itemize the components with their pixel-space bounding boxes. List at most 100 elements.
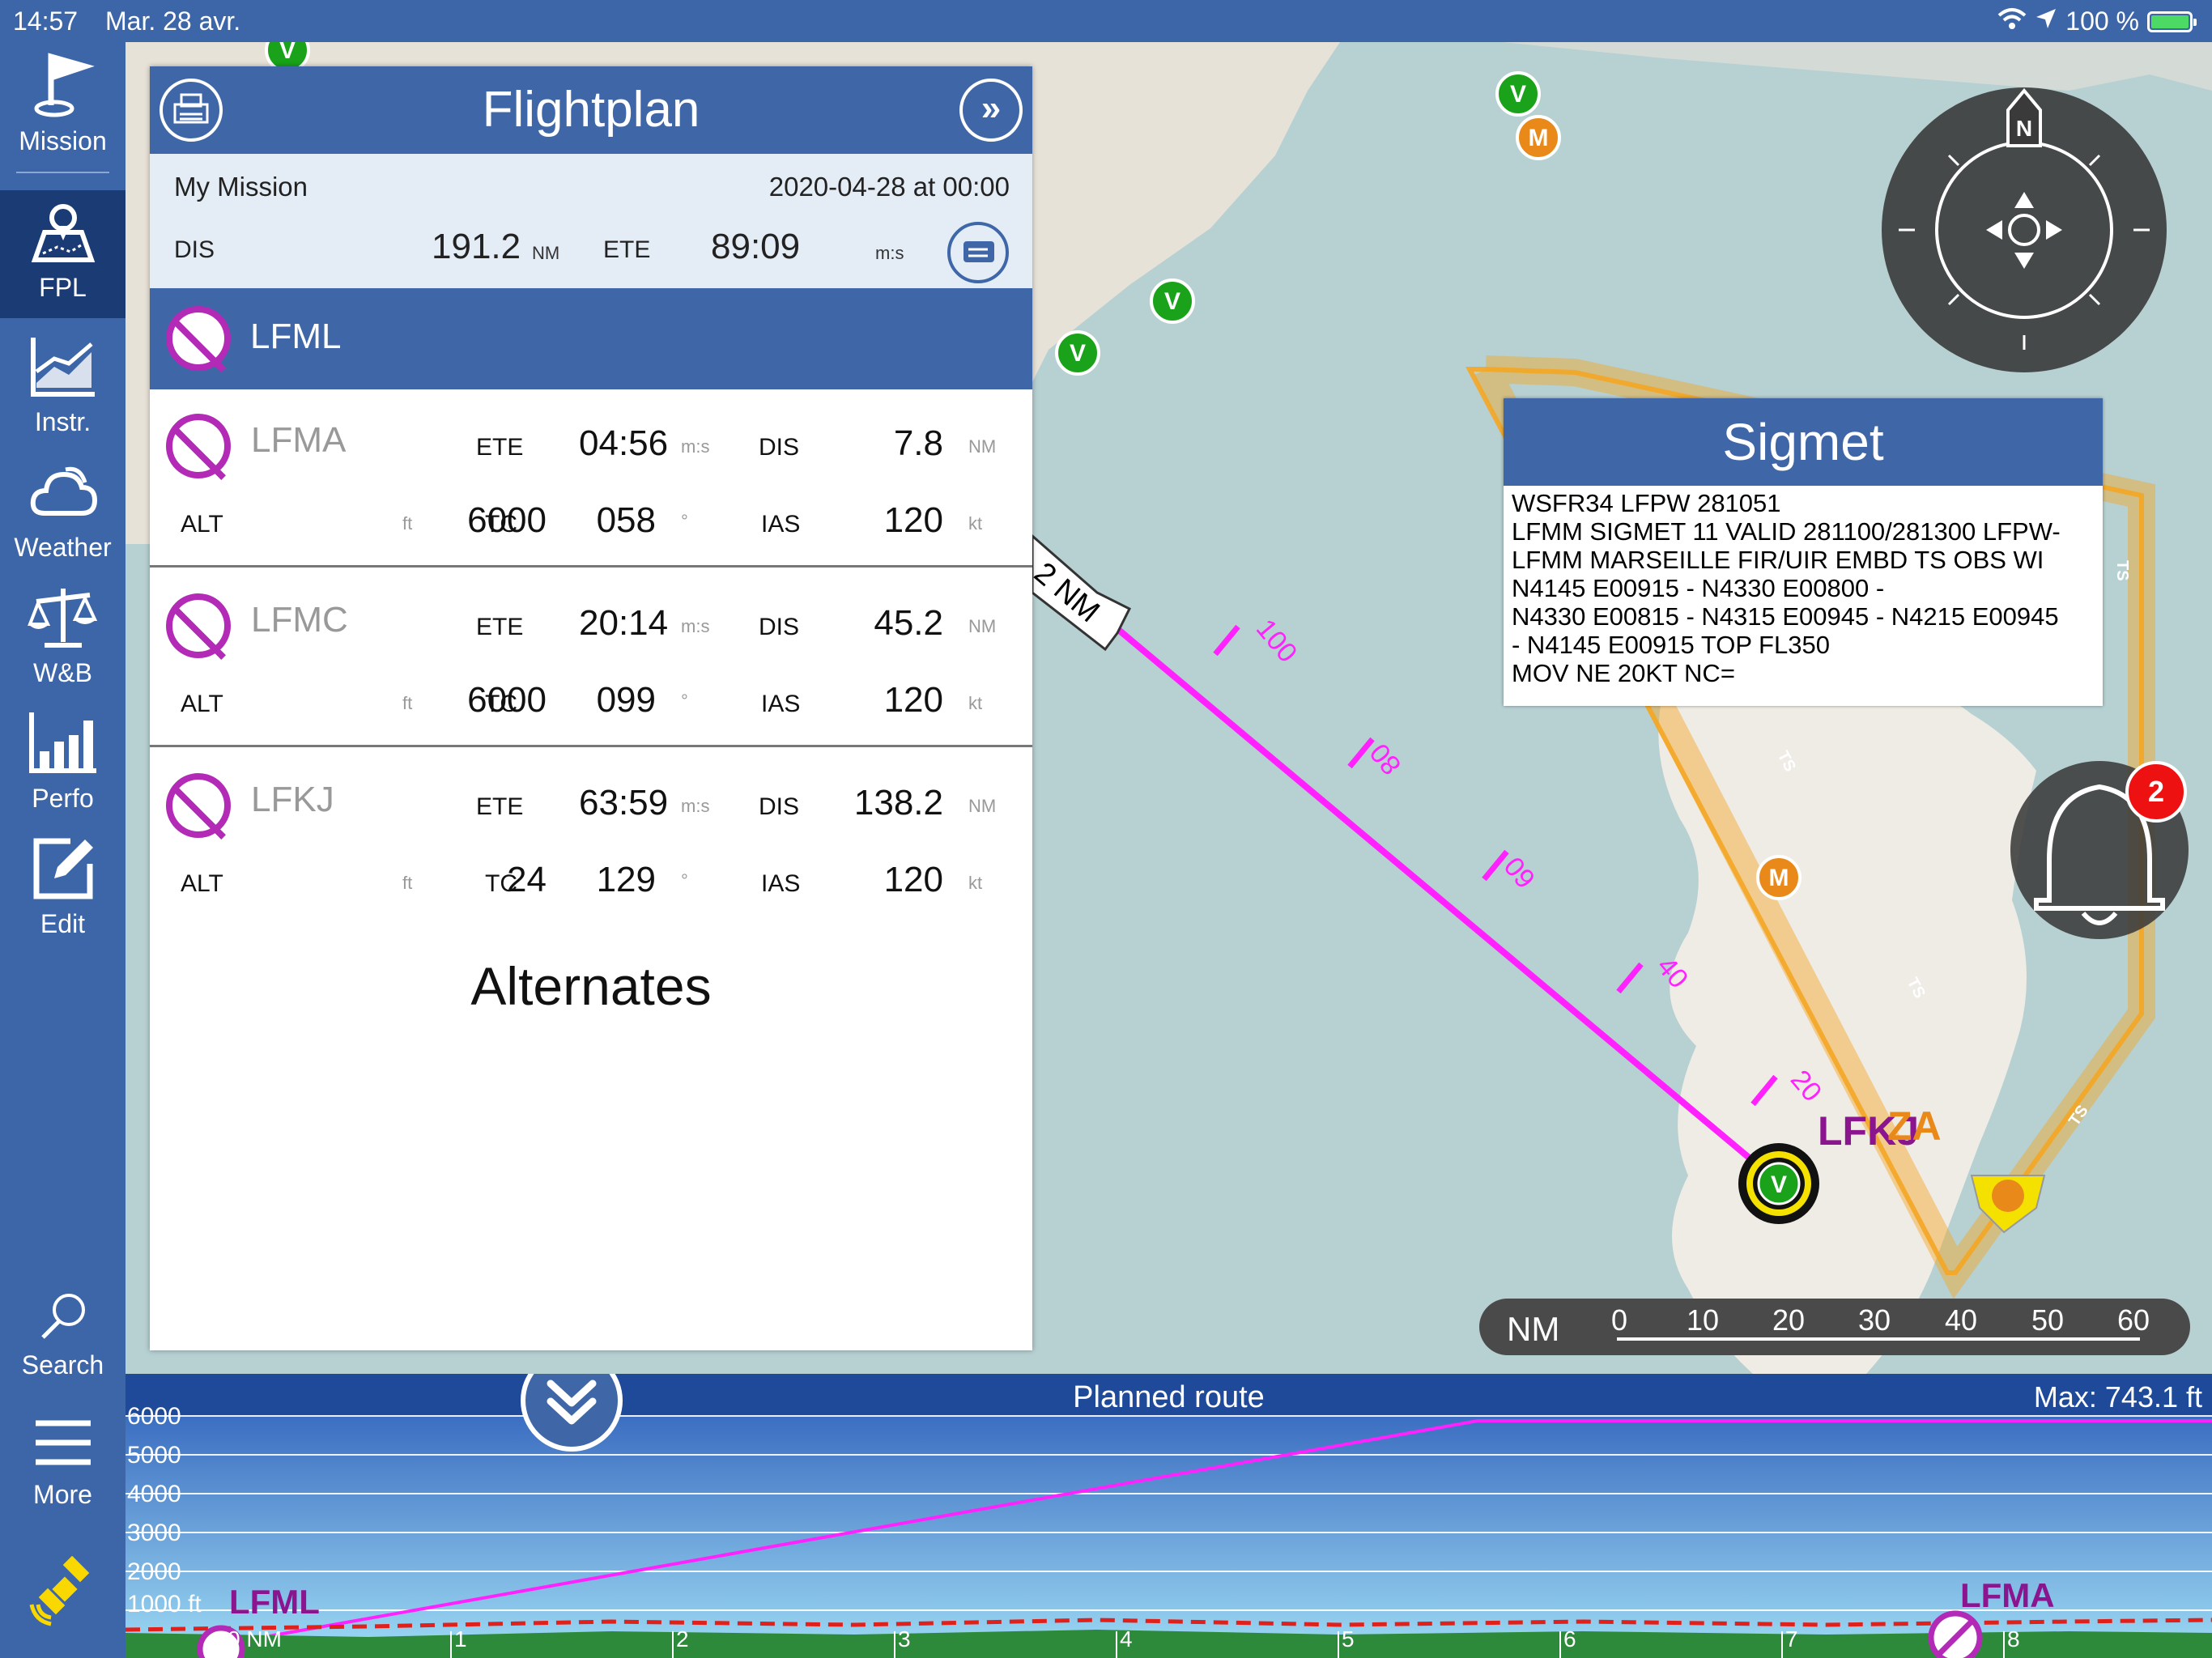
zone-label: ZA — [1887, 1103, 1942, 1149]
sidebar-item-mission[interactable]: Mission — [0, 42, 125, 170]
sidebar: Mission FPL Instr. Weather W&B Perfo Edi… — [0, 42, 125, 1658]
alt-label: ALT — [181, 691, 223, 717]
ias-value: 120 — [883, 500, 943, 540]
scale-bar: NM 0 10 20 30 40 50 60 — [1479, 1299, 2190, 1355]
flag-icon — [34, 53, 95, 117]
waypoint-name: LFMA — [251, 420, 347, 460]
flightplan-header: Flightplan » — [150, 66, 1032, 154]
battery-percent: 100 % — [2065, 6, 2139, 36]
profile-x-label: 5 — [1342, 1626, 1355, 1652]
sidebar-item-fpl[interactable]: FPL — [0, 190, 125, 318]
ias-unit: kt — [968, 693, 983, 713]
tc-label: TC — [485, 511, 517, 538]
airfield-marker: M — [1529, 125, 1549, 151]
notification-bell: 2 — [2010, 761, 2189, 939]
sidebar-item-perfo[interactable]: Perfo — [0, 706, 125, 827]
sidebar-item-label: Weather — [14, 533, 112, 562]
swap-icon — [963, 241, 994, 262]
total-ete-label: ETE — [603, 236, 651, 263]
airfield-marker: V — [1771, 1171, 1787, 1198]
tc-unit: ° — [681, 691, 688, 711]
map-pin-icon — [31, 204, 95, 262]
scale-icon — [27, 589, 97, 648]
route-swap-button[interactable] — [947, 222, 1009, 283]
sigmet-edge-label: TS — [2113, 560, 2131, 581]
sidebar-item-edit[interactable]: Edit — [0, 831, 125, 961]
mission-name: My Mission — [174, 172, 308, 202]
ete-label: ETE — [476, 434, 524, 461]
profile-y-label: 3000 — [127, 1520, 181, 1546]
waypoint-row[interactable]: LFMA ETE 04:56 m:s DIS 7.8 NM ALT 6000 f… — [150, 389, 1032, 568]
total-ete-unit: m:s — [875, 243, 904, 263]
route-distance-mark: 100 — [1250, 614, 1304, 669]
sidebar-item-label: Instr. — [34, 407, 91, 436]
tc-unit: ° — [681, 511, 688, 531]
dis-unit: NM — [968, 436, 997, 457]
sidebar-item-instr[interactable]: Instr. — [0, 329, 125, 451]
sidebar-item-label: Search — [21, 1350, 104, 1380]
bar-chart-icon — [28, 712, 96, 773]
satellite-icon — [29, 1556, 89, 1626]
alt-unit: ft — [402, 873, 413, 893]
airfield-marker: V — [1164, 288, 1180, 315]
scale-tick: 0 — [1611, 1303, 1628, 1337]
location-arrow-icon — [2035, 6, 2057, 36]
scale-tick: 20 — [1772, 1303, 1806, 1337]
ias-label: IAS — [761, 511, 801, 538]
tc-value: 129 — [596, 860, 656, 899]
compass-north-label: N — [2016, 116, 2032, 141]
dis-label: DIS — [759, 614, 800, 640]
tc-label: TC — [485, 691, 517, 717]
alt-unit: ft — [402, 693, 413, 713]
sigmet-popup[interactable]: Sigmet WSFR34 LFPW 281051 LFMM SIGMET 11… — [1504, 398, 2103, 706]
status-date: Mar. 28 avr. — [105, 6, 241, 36]
sidebar-item-label: More — [33, 1480, 92, 1509]
total-ete-value: 89:09 — [711, 227, 801, 266]
profile-max: Max: 743.1 ft — [2033, 1380, 2202, 1414]
alternates-heading: Alternates — [470, 956, 712, 1016]
dis-label: DIS — [759, 793, 800, 820]
sidebar-item-more[interactable]: More — [0, 1410, 125, 1532]
alt-label: ALT — [181, 511, 223, 538]
total-dis-value: 191.2 — [432, 227, 521, 266]
ete-value: 20:14 — [579, 603, 669, 643]
total-dis-label: DIS — [174, 236, 215, 263]
scale-unit: NM — [1507, 1310, 1560, 1348]
scale-tick: 10 — [1687, 1303, 1720, 1337]
profile-x-label: 1 — [454, 1626, 467, 1652]
sigmet-text: WSFR34 LFPW 281051 LFMM SIGMET 11 VALID … — [1512, 489, 2061, 687]
route-profile[interactable]: Planned route Max: 743.1 ft 6000 5000 40… — [125, 1374, 2212, 1658]
departure-name: LFML — [250, 317, 342, 356]
double-chevron-right-icon: » — [981, 88, 1002, 128]
no-entry-icon — [166, 773, 231, 838]
ias-value: 120 — [883, 680, 943, 720]
departure-row[interactable]: LFML — [150, 288, 1032, 389]
expand-button[interactable]: » — [959, 79, 1023, 142]
double-chevron-down-icon — [547, 1380, 597, 1425]
waypoint-row[interactable]: LFMC ETE 20:14 m:s DIS 45.2 NM ALT 6000 … — [150, 569, 1032, 747]
tc-value: 058 — [596, 500, 656, 540]
ete-value: 63:59 — [579, 783, 669, 823]
sidebar-item-wb[interactable]: W&B — [0, 580, 125, 702]
search-icon — [40, 1294, 85, 1339]
ias-label: IAS — [761, 870, 801, 897]
sidebar-item-weather[interactable]: Weather — [0, 455, 125, 576]
waypoint-name: LFMC — [251, 600, 348, 640]
profile-canvas — [125, 1374, 2212, 1658]
sidebar-item-search[interactable]: Search — [0, 1289, 125, 1402]
battery-icon — [2147, 11, 2197, 32]
airfield-marker: V — [1510, 81, 1526, 108]
waypoint-row[interactable]: LFKJ ETE 63:59 m:s DIS 138.2 NM ALT 24 f… — [150, 749, 1032, 927]
ias-value: 120 — [883, 860, 943, 899]
profile-y-label: 1000 ft — [127, 1591, 202, 1618]
airfield-marker: M — [1769, 865, 1789, 891]
tc-label: TC — [485, 870, 517, 897]
status-time: 14:57 — [13, 6, 79, 36]
gps-satellite-button[interactable] — [0, 1556, 125, 1653]
profile-y-label: 4000 — [127, 1481, 181, 1507]
flightplan-title: Flightplan — [482, 82, 700, 138]
profile-x-label: 2 — [676, 1626, 689, 1652]
profile-x-label: 7 — [1785, 1626, 1798, 1652]
dis-value: 138.2 — [853, 783, 943, 823]
destination-marker: V — [1738, 1143, 1819, 1224]
